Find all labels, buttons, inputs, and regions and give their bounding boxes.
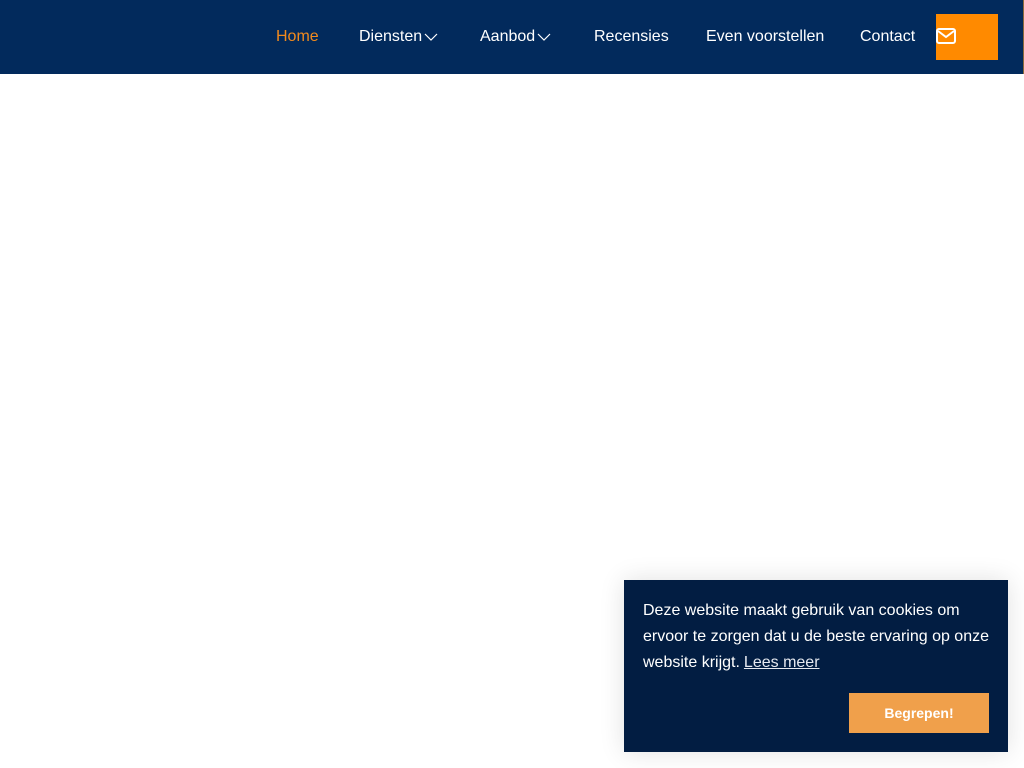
cookie-consent-banner: Deze website maakt gebruik van cookies o… bbox=[624, 580, 1008, 752]
read-more-link[interactable]: Lees meer bbox=[744, 654, 820, 671]
nav-item-recensies[interactable]: Recensies bbox=[594, 26, 669, 48]
nav-item-aanbod[interactable]: Aanbod bbox=[480, 26, 551, 48]
nav-item-label: Diensten bbox=[359, 28, 423, 45]
chevron-down-icon bbox=[424, 33, 438, 41]
chevron-down-icon bbox=[537, 33, 551, 41]
nav-item-label: Even voorstellen bbox=[706, 28, 825, 45]
main-navigation: Home Diensten Aanbod Recensies Even voor… bbox=[0, 0, 1024, 74]
nav-item-contact[interactable]: Contact bbox=[860, 26, 915, 48]
accept-cookies-button[interactable]: Begrepen! bbox=[849, 693, 989, 733]
nav-item-even-voorstellen[interactable]: Even voorstellen bbox=[706, 26, 824, 48]
envelope-icon bbox=[936, 28, 956, 44]
nav-item-label: Aanbod bbox=[480, 28, 536, 45]
mail-button[interactable] bbox=[936, 14, 998, 60]
cookie-message: Deze website maakt gebruik van cookies o… bbox=[643, 598, 989, 676]
nav-item-label: Recensies bbox=[594, 28, 669, 45]
nav-item-label: Home bbox=[276, 28, 319, 45]
nav-item-label: Contact bbox=[860, 28, 916, 45]
nav-item-diensten[interactable]: Diensten bbox=[359, 26, 438, 48]
nav-item-home[interactable]: Home bbox=[276, 26, 319, 48]
top-navbar: Home Diensten Aanbod Recensies Even voor… bbox=[0, 0, 1024, 74]
